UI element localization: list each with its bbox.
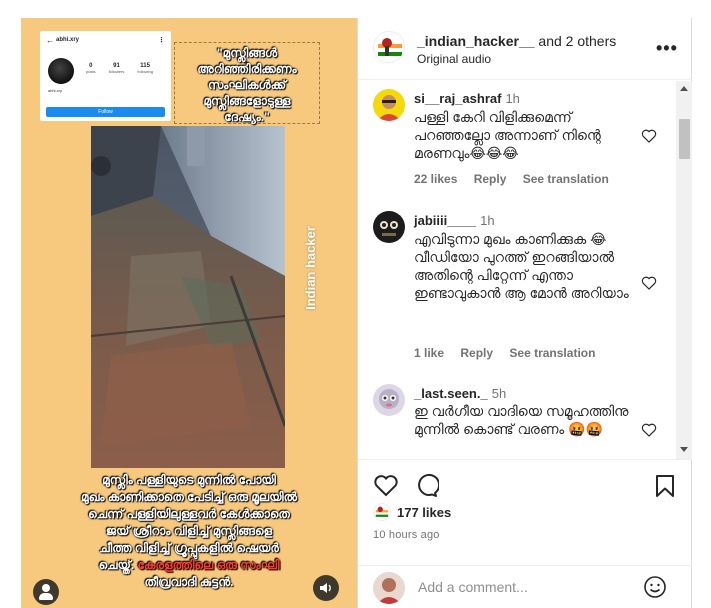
comment-username[interactable]: _last.seen._ xyxy=(414,386,488,401)
profile-name: abhi.xry xyxy=(48,88,63,93)
add-comment-bar: Add a comment... xyxy=(358,565,692,608)
post-actions xyxy=(358,459,692,499)
stat-following: 115 following xyxy=(137,63,153,74)
scrollbar-thumb[interactable] xyxy=(679,119,690,159)
current-user-avatar[interactable] xyxy=(373,572,405,604)
likes-row[interactable]: 177 likes xyxy=(373,503,451,521)
comment-text: ഇ വർഗീയ വാദിയെ സമൂഹത്തിനു മുന്നിൽ കൊണ്ട്… xyxy=(414,403,629,437)
profile-username: abhi.xry xyxy=(56,37,80,43)
commenter-avatar[interactable] xyxy=(373,89,405,121)
comment-username[interactable]: si__raj_ashraf xyxy=(414,91,501,106)
video-caption: മുസ്ലിം പള്ളിയുടെ മുന്നിൽ പോയി മുഖം കാണി… xyxy=(81,473,297,589)
reply-button[interactable]: Reply xyxy=(474,172,507,186)
heart-icon[interactable] xyxy=(641,128,657,144)
post-media[interactable]: ← abhi.xry ⋮ 0 posts 91 followers 115 follo… xyxy=(21,18,357,608)
sound-icon[interactable] xyxy=(313,575,339,601)
comment-time[interactable]: 5h xyxy=(492,386,506,401)
comment-username[interactable]: jabiiii____ xyxy=(414,213,476,228)
commenter-avatar[interactable] xyxy=(373,384,405,416)
profile-stats: 0 posts 91 followers 115 following xyxy=(86,63,153,74)
back-arrow-icon: ← xyxy=(46,35,54,45)
stat-followers: 91 followers xyxy=(108,63,125,74)
heart-icon[interactable] xyxy=(641,422,657,438)
author-avatar[interactable] xyxy=(373,31,405,63)
comment-text: പള്ളി കേറി വിളിക്കുമെന്ന് പറഞ്ഞല്ലോ അന്ന… xyxy=(414,109,601,161)
liker-avatar xyxy=(373,503,391,521)
post-viewer: ← abhi.xry ⋮ 0 posts 91 followers 115 follo… xyxy=(0,0,711,608)
collab-others[interactable]: and 2 others xyxy=(535,33,616,49)
see-translation-button[interactable]: See translation xyxy=(523,172,609,186)
see-translation-button[interactable]: See translation xyxy=(509,346,595,360)
video-frame[interactable] xyxy=(91,126,285,468)
profile-avatar xyxy=(48,58,74,84)
more-vertical-icon: ⋮ xyxy=(158,37,165,44)
video-still xyxy=(91,126,285,468)
comment-input[interactable]: Add a comment... xyxy=(418,579,528,595)
scroll-up-icon[interactable] xyxy=(680,86,688,91)
comment-bubble-icon[interactable] xyxy=(413,473,439,499)
profile-screenshot: ← abhi.xry ⋮ 0 posts 91 followers 115 follo… xyxy=(40,31,171,121)
tagged-users-icon[interactable] xyxy=(33,579,59,605)
comment-time[interactable]: 1h xyxy=(505,91,519,106)
comment-text: എവിടുന്നാ മുഖം കാണിക്കുക 😂 വീഡിയോ പുറത്ത… xyxy=(414,231,629,301)
comment-likes[interactable]: 22 likes xyxy=(414,172,457,186)
more-options-icon[interactable]: ••• xyxy=(656,38,678,59)
save-bookmark-icon[interactable] xyxy=(652,473,678,499)
author-username[interactable]: _indian_hacker__ xyxy=(417,33,535,49)
commenter-avatar[interactable] xyxy=(373,211,405,243)
watermark: Indian hacker xyxy=(303,226,318,310)
audio-link[interactable]: Original audio xyxy=(417,52,491,66)
post-side-panel: _indian_hacker__ and 2 others Original a… xyxy=(357,18,692,608)
stat-posts: 0 posts xyxy=(86,63,96,74)
like-heart-icon[interactable] xyxy=(373,473,399,499)
emoji-icon[interactable] xyxy=(643,575,667,599)
comment-time[interactable]: 1h xyxy=(480,213,494,228)
reply-button[interactable]: Reply xyxy=(460,346,493,360)
comment-likes[interactable]: 1 like xyxy=(414,346,444,360)
quote-text: "മുസ്ലിങ്ങൾ അറിഞ്ഞിരിക്കണം സംഘികൾക്ക് മു… xyxy=(174,42,320,124)
profile-follow-button: Follow xyxy=(46,107,165,117)
comments-scrollbar[interactable] xyxy=(676,81,692,459)
scroll-down-icon[interactable] xyxy=(680,447,688,452)
heart-icon[interactable] xyxy=(641,275,657,291)
comments-list[interactable]: si__raj_ashraf 1h പള്ളി കേറി വിളിക്കുമെന്… xyxy=(358,81,692,459)
post-header: _indian_hacker__ and 2 others Original a… xyxy=(358,18,692,80)
likes-count[interactable]: 177 likes xyxy=(397,505,451,520)
post-time[interactable]: 10 hours ago xyxy=(373,529,440,541)
